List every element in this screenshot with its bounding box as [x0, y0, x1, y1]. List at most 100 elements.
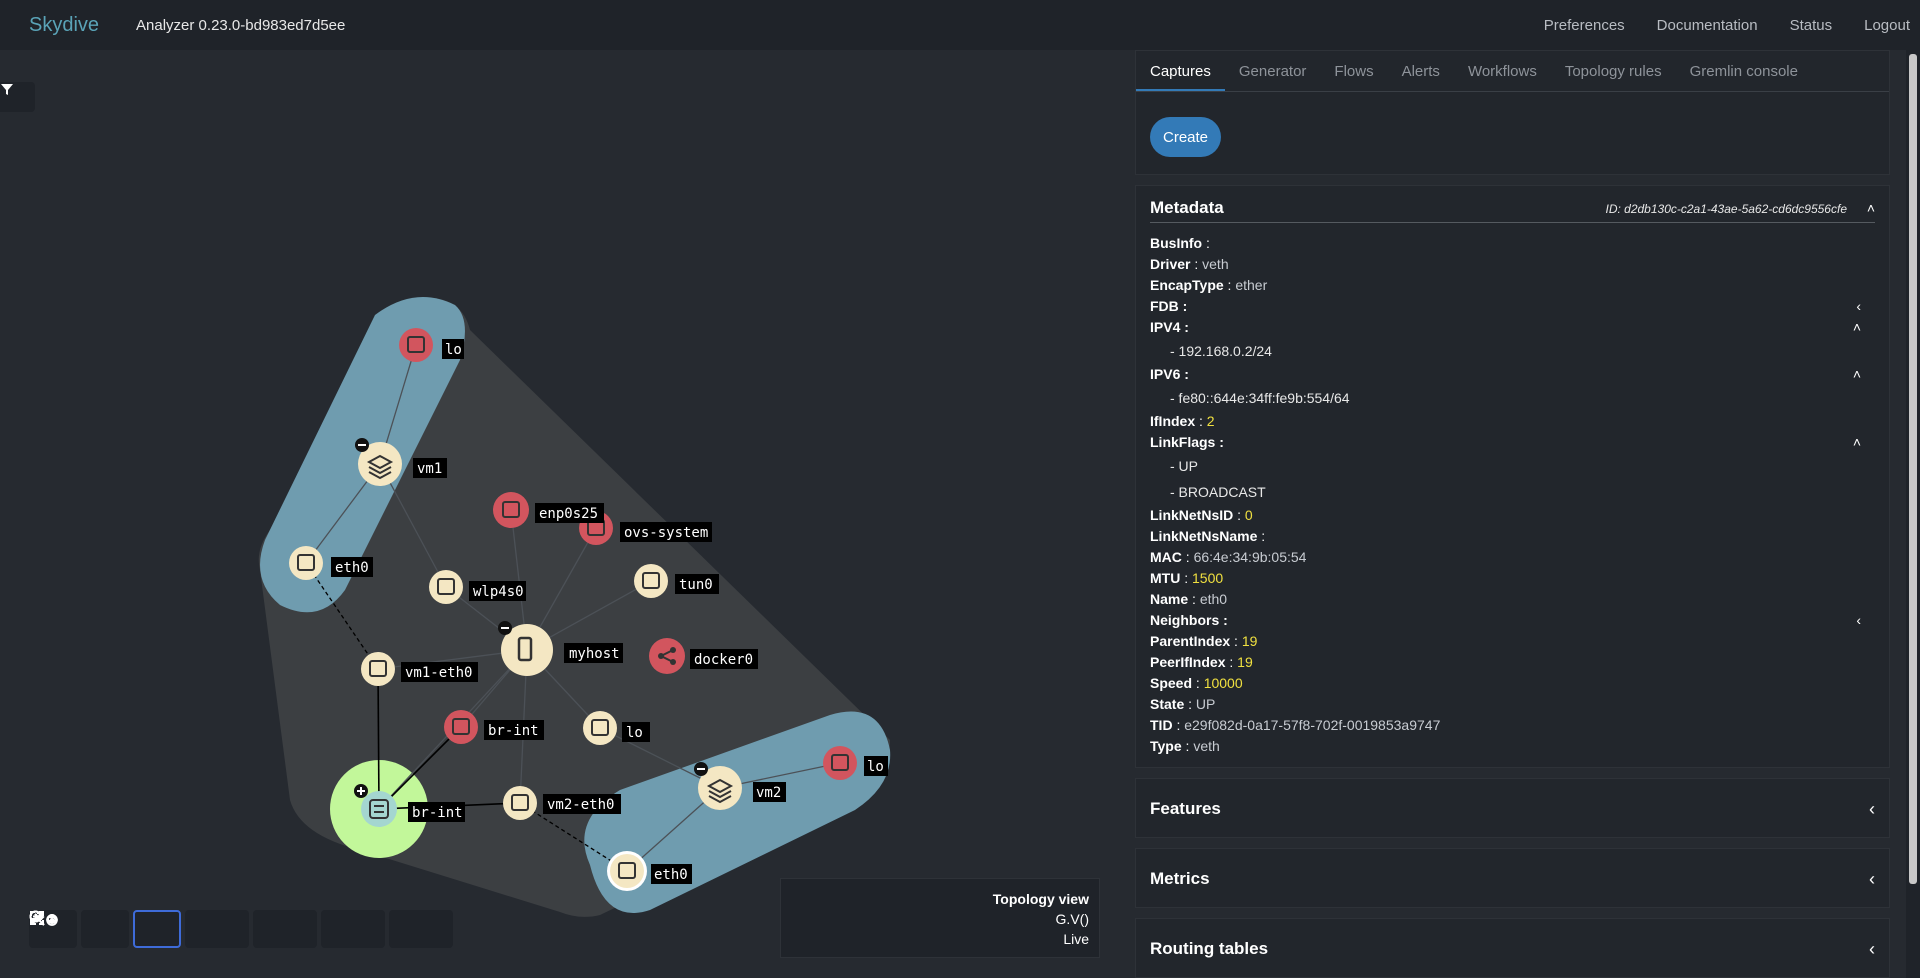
value-parentindex: 19 [1241, 633, 1258, 649]
chevron-left-icon[interactable]: ‹ [1869, 939, 1875, 960]
unpin-all-button[interactable] [31, 910, 453, 948]
node-eth0-vm1[interactable] [289, 546, 323, 580]
label-ovs-system: ovs-system [624, 525, 708, 541]
value-ipv4: - 192.168.0.2/24 [1170, 343, 1272, 359]
routing-tables-title: Routing tables [1150, 939, 1269, 958]
chevron-up-icon[interactable]: ˄ [1853, 364, 1861, 385]
key-businfo: BusInfo [1150, 235, 1203, 251]
gremlin-query: G.V() [1055, 911, 1089, 927]
tab-flows[interactable]: Flows [1320, 51, 1387, 91]
chevron-left-icon[interactable]: ‹ [1869, 799, 1875, 820]
node-enp0s25[interactable] [493, 492, 529, 528]
chevron-up-icon[interactable]: ˄ [1853, 317, 1861, 338]
nav-preferences[interactable]: Preferences [1544, 17, 1625, 34]
features-title: Features [1150, 799, 1221, 818]
key-neighbors: Neighbors : [1150, 612, 1228, 628]
key-type: Type [1150, 738, 1182, 754]
navbar: Skydive Analyzer 0.23.0-bd983ed7d5ee Pre… [0, 0, 1920, 50]
node-vm1-eth0[interactable] [361, 652, 395, 686]
create-capture-button[interactable]: Create [1150, 117, 1222, 157]
key-linknetnsid: LinkNetNsID [1150, 507, 1234, 523]
label-lo-host: lo [626, 725, 643, 741]
link-vm1eth0-brint [377, 668, 380, 810]
filter-icon [1, 84, 13, 95]
pin-all-button[interactable] [31, 910, 385, 948]
key-encaptype: EncapType [1150, 277, 1224, 293]
label-enp0s25: enp0s25 [539, 506, 598, 522]
routing-tables-panel[interactable]: Routing tables ‹ [1135, 918, 1890, 978]
node-eth0-vm2[interactable] [607, 851, 647, 891]
scrollbar-thumb[interactable] [1909, 54, 1917, 884]
label-eth0-vm2: eth0 [654, 867, 688, 883]
topology-graph[interactable]: lo vm1 eth0 enp0s25 ovs-system wlp4s0 tu… [0, 50, 1120, 970]
node-lo-vm1[interactable] [399, 328, 433, 362]
node-lo-vm2[interactable] [823, 746, 857, 780]
chevron-up-icon[interactable]: ˄ [1853, 432, 1861, 453]
nav-logout[interactable]: Logout [1864, 17, 1910, 34]
chevron-left-icon[interactable]: ‹ [1856, 296, 1861, 317]
tab-captures[interactable]: Captures [1136, 51, 1225, 91]
features-panel[interactable]: Features ‹ [1135, 778, 1890, 838]
node-docker0[interactable] [649, 638, 685, 674]
chevron-up-icon[interactable]: ˄ [1867, 200, 1875, 216]
node-wlp4s0[interactable] [429, 570, 463, 604]
key-linkflags: LinkFlags : [1150, 434, 1224, 450]
value-state: UP [1195, 696, 1216, 712]
key-ipv4: IPV4 : [1150, 319, 1189, 335]
collapse-all-button[interactable] [30, 910, 317, 948]
chevron-left-icon[interactable]: ‹ [1856, 610, 1861, 631]
nav-documentation[interactable]: Documentation [1657, 17, 1758, 34]
tab-bar: Captures Generator Flows Alerts Workflow… [1136, 51, 1889, 92]
value-speed: 10000 [1203, 675, 1243, 691]
topology-toolbar [29, 910, 457, 948]
value-ifindex: 2 [1206, 413, 1215, 429]
value-tid: e29f082d-0a17-57f8-702f-0019853a9747 [1184, 717, 1441, 733]
value-linkflag-broadcast: - BROADCAST [1170, 484, 1266, 500]
fit-button[interactable] [30, 910, 181, 948]
nav-links: Preferences Documentation Status Logout [1512, 0, 1910, 50]
label-vm2: vm2 [756, 785, 781, 801]
node-vm2-eth0[interactable] [503, 786, 537, 820]
node-br-int-red[interactable] [444, 710, 478, 744]
label-br-int-ovs: br-int [412, 805, 463, 821]
value-linknetnsid: 0 [1244, 507, 1253, 523]
zoom-out-button[interactable] [29, 910, 129, 948]
metadata-header: Metadata ID: d2db130c-c2a1-43ae-5a62-cd6… [1136, 186, 1889, 223]
key-tid: TID [1150, 717, 1173, 733]
tabs-panel: Captures Generator Flows Alerts Workflow… [1135, 50, 1890, 175]
brand-logo[interactable]: Skydive [29, 14, 99, 37]
tab-topology-rules[interactable]: Topology rules [1551, 51, 1676, 91]
key-mac: MAC [1150, 549, 1182, 565]
label-docker0: docker0 [694, 652, 753, 668]
key-state: State [1150, 696, 1185, 712]
label-lo-vm1: lo [445, 342, 462, 358]
tab-generator[interactable]: Generator [1225, 51, 1321, 91]
chevron-left-icon[interactable]: ‹ [1869, 869, 1875, 890]
node-lo-host[interactable] [583, 711, 617, 745]
value-peerifindex: 19 [1237, 654, 1253, 670]
expand-all-button[interactable] [30, 910, 249, 948]
tab-gremlin-console[interactable]: Gremlin console [1676, 51, 1812, 91]
filter-button[interactable] [0, 82, 35, 112]
scrollbar[interactable] [1906, 50, 1920, 978]
value-encaptype: ether [1235, 277, 1268, 293]
label-lo-vm2: lo [867, 759, 884, 775]
node-tun0[interactable] [634, 564, 668, 598]
node-id: ID: d2db130c-c2a1-43ae-5a62-cd6dc9556cfe [1605, 202, 1847, 216]
tab-workflows[interactable]: Workflows [1454, 51, 1551, 91]
key-speed: Speed [1150, 675, 1193, 691]
metadata-body: BusInfo : Driver : veth EncapType : ethe… [1136, 223, 1889, 767]
key-peerifindex: PeerIfIndex [1150, 654, 1226, 670]
nav-status[interactable]: Status [1790, 17, 1833, 34]
tab-alerts[interactable]: Alerts [1388, 51, 1454, 91]
label-vm1-eth0: vm1-eth0 [405, 665, 472, 681]
metrics-panel[interactable]: Metrics ‹ [1135, 848, 1890, 908]
unpin-all-icon [31, 911, 58, 926]
label-myhost: myhost [569, 646, 620, 662]
topology-canvas[interactable]: lo vm1 eth0 enp0s25 ovs-system wlp4s0 tu… [0, 50, 1120, 970]
value-linkflag-up: - UP [1170, 458, 1198, 474]
value-name: eth0 [1199, 591, 1228, 607]
key-parentindex: ParentIndex [1150, 633, 1231, 649]
label-vm2-eth0: vm2-eth0 [547, 797, 614, 813]
key-fdb: FDB : [1150, 298, 1188, 314]
